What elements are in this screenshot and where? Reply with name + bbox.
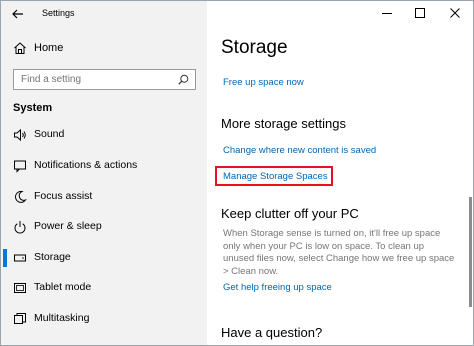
sidebar-item-multitasking[interactable]: Multitasking <box>1 307 207 331</box>
window-title: Settings <box>42 8 75 18</box>
search-box[interactable] <box>13 69 196 90</box>
storage-icon <box>14 254 26 262</box>
sidebar-item-label: Notifications & actions <box>34 159 138 171</box>
change-save-location-link[interactable]: Change where new content is saved <box>223 145 376 156</box>
sidebar-item-label: Focus assist <box>34 190 93 202</box>
get-help-link[interactable]: Get help freeing up space <box>223 282 332 293</box>
have-a-question-heading: Have a question? <box>221 325 323 340</box>
main-content: Storage Free up space now More storage s… <box>207 1 473 345</box>
sidebar-item-label: Home <box>34 42 64 54</box>
speaker-icon <box>14 128 26 142</box>
back-arrow-icon <box>12 9 23 19</box>
sidebar-item-notifications[interactable]: Notifications & actions <box>1 154 207 178</box>
notifications-icon <box>14 160 26 173</box>
sidebar-item-power-sleep[interactable]: Power & sleep <box>1 215 207 239</box>
sidebar-item-label: Storage <box>34 251 71 263</box>
keep-clutter-heading: Keep clutter off your PC <box>221 206 359 221</box>
sidebar-item-tablet-mode[interactable]: Tablet mode <box>1 276 207 300</box>
sidebar-item-label: Multitasking <box>34 312 90 324</box>
sidebar-item-focus-assist[interactable]: Focus assist <box>1 185 207 209</box>
more-storage-settings-heading: More storage settings <box>221 116 347 131</box>
page-title: Storage <box>221 37 288 58</box>
multitasking-icon <box>14 313 26 324</box>
storage-sense-description: When Storage sense is turned on, it'll f… <box>223 228 455 277</box>
back-button[interactable] <box>9 5 27 23</box>
manage-storage-spaces-link[interactable]: Manage Storage Spaces <box>223 171 328 182</box>
tablet-icon <box>14 283 26 293</box>
sidebar-item-label: Sound <box>34 128 65 140</box>
sidebar-item-home[interactable]: Home <box>1 38 207 60</box>
maximize-icon <box>415 8 425 18</box>
title-bar: Settings <box>1 1 207 27</box>
moon-icon <box>14 190 27 203</box>
sidebar-item-sound[interactable]: Sound <box>1 123 207 147</box>
settings-window: Settings Home System Sound <box>0 0 474 346</box>
free-up-space-link[interactable]: Free up space now <box>223 77 304 88</box>
scrollbar[interactable] <box>469 197 472 307</box>
minimize-button[interactable] <box>379 5 395 21</box>
close-button[interactable] <box>447 5 463 21</box>
minimize-icon <box>382 13 392 14</box>
sidebar-item-storage[interactable]: Storage <box>1 246 207 270</box>
window-controls <box>365 1 473 27</box>
home-icon <box>14 42 26 54</box>
sidebar: Settings Home System Sound <box>1 1 207 345</box>
sidebar-item-label: Power & sleep <box>34 220 102 232</box>
close-icon <box>450 8 460 18</box>
maximize-button[interactable] <box>412 5 428 21</box>
search-input[interactable] <box>14 70 174 89</box>
section-label-system: System <box>13 102 53 114</box>
power-icon <box>14 221 26 234</box>
sidebar-item-label: Tablet mode <box>34 281 92 293</box>
search-icon[interactable] <box>178 74 189 85</box>
